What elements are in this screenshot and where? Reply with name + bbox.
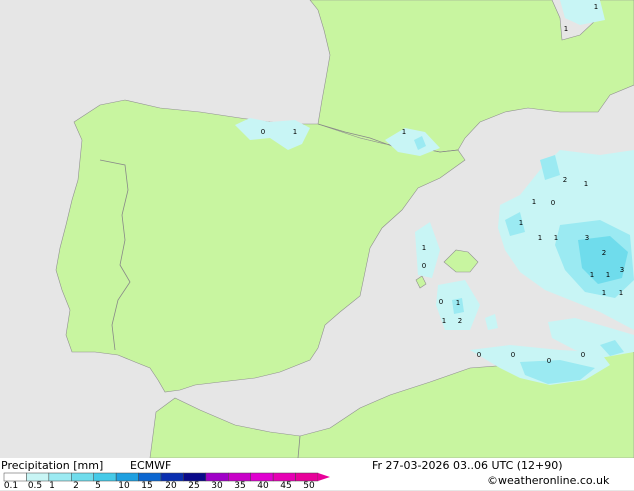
legend-color-cell <box>272 472 296 482</box>
precip-value-label: 1 <box>564 25 568 33</box>
model-name: ECMWF <box>130 459 172 472</box>
precip-value-label: 2 <box>563 176 567 184</box>
precip-value-label: 1 <box>554 234 558 242</box>
precip-value-label: 1 <box>293 128 297 136</box>
precip-value-label: 0 <box>547 357 551 365</box>
precip-value-label: 1 <box>602 289 606 297</box>
legend-color-cell <box>250 472 274 482</box>
legend-color-cell <box>228 472 251 482</box>
forecast-datetime: Fr 27-03-2026 03..06 UTC (12+90) <box>372 459 563 472</box>
precip-value-label: 0 <box>261 128 265 136</box>
precip-value-label: 2 <box>458 317 462 325</box>
precip-value-label: 1 <box>442 317 446 325</box>
precip-value-label: 0 <box>581 351 585 359</box>
legend-color-cell <box>138 472 162 482</box>
precip-value-label: 0 <box>551 199 555 207</box>
precip-value-label: 2 <box>602 249 606 257</box>
credit-text: ©weatheronline.co.uk <box>487 474 610 487</box>
precip-value-label: 0 <box>477 351 481 359</box>
precip-value-label: 1 <box>606 271 610 279</box>
precip-value-label: 3 <box>585 234 589 242</box>
legend-color-cell <box>93 472 117 482</box>
legend-color-cell <box>183 472 207 482</box>
legend-color-cell <box>26 472 50 482</box>
legend-color-cell <box>115 472 139 482</box>
precip-value-label: 1 <box>538 234 542 242</box>
precip-value-label: 1 <box>519 219 523 227</box>
precip-value-label: 0 <box>422 262 426 270</box>
legend-color-cell <box>160 472 184 482</box>
precip-value-label: 1 <box>422 244 426 252</box>
legend-color-cell <box>48 472 72 482</box>
precip-value-label: 1 <box>594 3 598 11</box>
precip-value-label: 1 <box>456 299 460 307</box>
legend-color-cell <box>3 472 27 482</box>
legend-color-cell <box>295 472 319 482</box>
legend-color-cell <box>71 472 94 482</box>
legend-title: Precipitation [mm] <box>1 459 104 472</box>
precip-value-label: 1 <box>619 289 623 297</box>
legend-color-cell <box>205 472 229 482</box>
precip-value-label: 1 <box>532 198 536 206</box>
precipitation-map: 0 1 1 2 1 3 2 1 3 1 1 0 1 0 1 2 1 1 0 1 1 1 1 1 1 0 0 0 0 <box>0 0 634 458</box>
precip-value-label: 1 <box>402 128 406 136</box>
precip-value-label: 1 <box>590 271 594 279</box>
legend-arrow-tip <box>318 473 330 481</box>
precip-value-label: 0 <box>511 351 515 359</box>
precip-value-label: 3 <box>620 266 624 274</box>
precip-value-label: 1 <box>584 180 588 188</box>
precip-value-label: 0 <box>439 298 443 306</box>
